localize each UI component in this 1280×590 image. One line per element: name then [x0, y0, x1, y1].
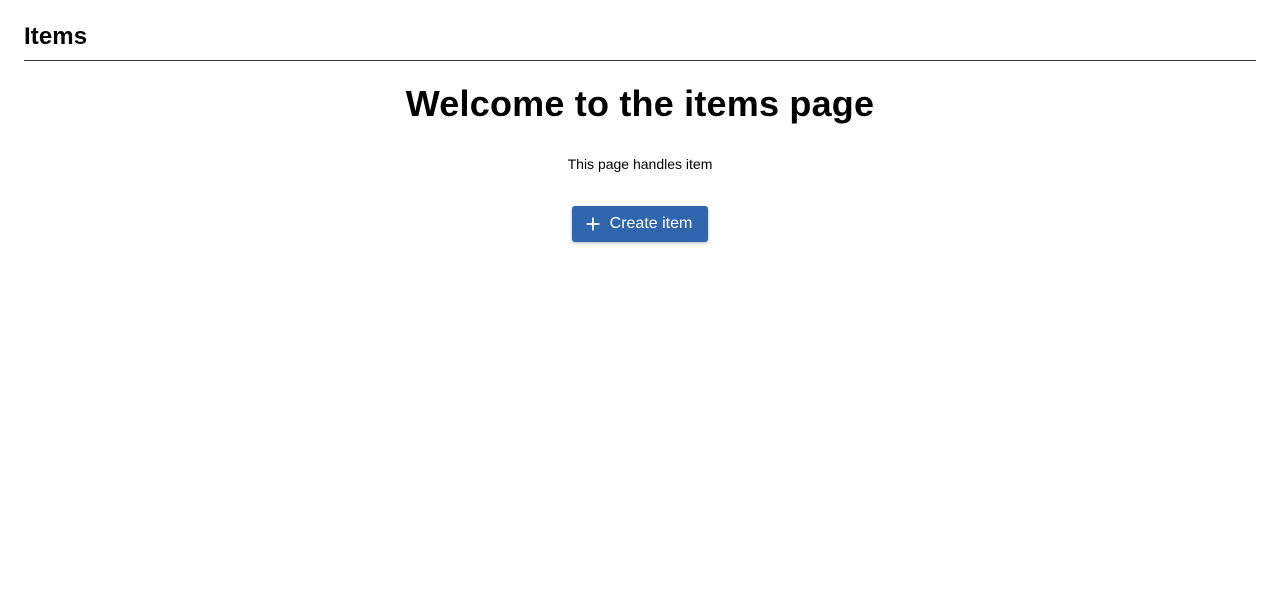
plus-icon — [586, 217, 600, 231]
create-item-button[interactable]: Create item — [571, 206, 709, 242]
page-header: Items — [24, 0, 1256, 61]
page: Items Welcome to the items page This pag… — [0, 0, 1280, 590]
page-title: Items — [24, 23, 88, 50]
welcome-heading: Welcome to the items page — [405, 83, 875, 124]
main-content: Welcome to the items page This page hand… — [24, 61, 1256, 242]
create-item-label: Create item — [609, 215, 693, 232]
page-description: This page handles item — [567, 156, 713, 172]
